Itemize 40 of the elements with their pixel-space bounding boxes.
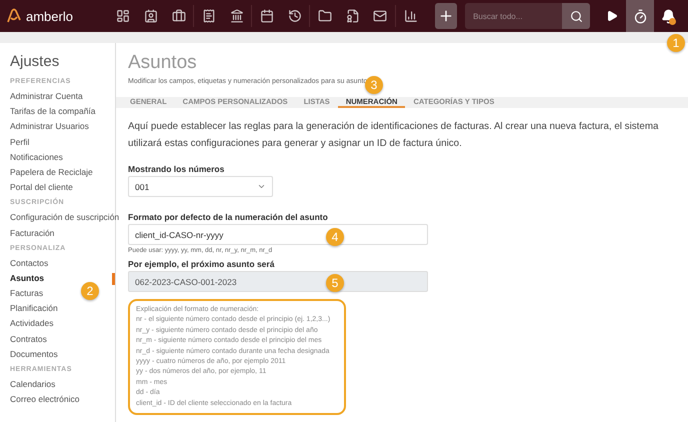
selection-marker bbox=[112, 272, 115, 285]
field-label: Por ejemplo, el próximo asunto será bbox=[128, 259, 276, 269]
callout-marker: 2 bbox=[81, 282, 99, 300]
search-button[interactable] bbox=[562, 3, 590, 29]
sidebar-item[interactable]: Papelera de Reciclaje bbox=[10, 164, 93, 180]
sidebar-item[interactable]: Portal del cliente bbox=[10, 180, 73, 196]
callout-marker: 3 bbox=[365, 76, 383, 94]
logo-text: amberlo bbox=[26, 8, 73, 24]
sidebar-item[interactable]: Tarifas de la compañía bbox=[10, 104, 96, 120]
plus-icon bbox=[438, 8, 454, 24]
sidebar-item[interactable]: Actividades bbox=[10, 316, 54, 332]
page-title: Asuntos bbox=[128, 52, 198, 74]
sidebar-item[interactable]: Administrar Cuenta bbox=[10, 89, 83, 104]
bell-icon bbox=[660, 8, 676, 24]
sidebar-item[interactable]: Correo electrónico bbox=[10, 392, 80, 408]
field-label: Formato por defecto de la numeración del asunto bbox=[128, 212, 329, 222]
sidebar-item[interactable]: Facturación bbox=[10, 226, 54, 241]
stopwatch-icon[interactable] bbox=[626, 0, 654, 32]
logo-icon bbox=[6, 8, 22, 24]
sidebar-item[interactable]: Planificación bbox=[10, 301, 58, 316]
caret-icon bbox=[257, 182, 266, 191]
number-select[interactable]: 001 bbox=[128, 176, 273, 197]
callout-marker: 1 bbox=[667, 34, 685, 52]
search-field[interactable]: Buscar todo... bbox=[465, 3, 562, 29]
sidebar-title: Ajustes bbox=[10, 53, 60, 70]
sidebar-item[interactable]: Asuntos bbox=[10, 270, 44, 286]
sidebar-item[interactable]: Notificaciones bbox=[10, 150, 63, 165]
search-icon bbox=[570, 10, 583, 22]
intro-text: Aquí puede establecer las reglas para la generación de identificaciones de facturas. Al crear una nueva factura, el sistema utilizará estas configuraciones para generar y asignar un ID de factura único. bbox=[128, 120, 660, 151]
sidebar-item[interactable]: Contactos bbox=[10, 256, 48, 271]
add-button[interactable] bbox=[434, 3, 458, 29]
field-label: Mostrando los números bbox=[128, 164, 226, 174]
sidebar-item[interactable]: Perfil bbox=[10, 134, 30, 150]
sidebar-item[interactable]: Documentos bbox=[10, 346, 58, 362]
sidebar-item[interactable]: Configuración de suscripción bbox=[10, 210, 120, 226]
play-icon bbox=[606, 10, 618, 22]
sidebar-item[interactable]: Administrar Usuarios bbox=[10, 119, 89, 135]
sidebar-item[interactable]: Calendarios bbox=[10, 377, 56, 392]
sidebar-item[interactable]: Facturas bbox=[10, 286, 44, 302]
sidebar-item[interactable]: Contratos bbox=[10, 332, 47, 347]
